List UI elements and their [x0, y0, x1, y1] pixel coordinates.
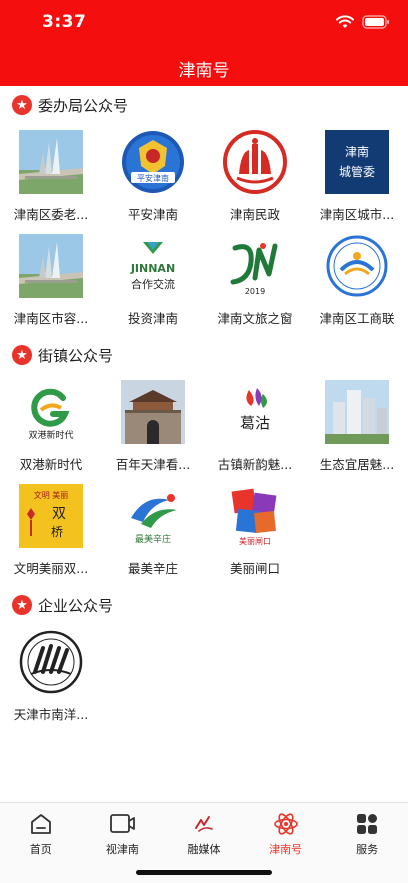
town-accounts-grid: 双港新时代 双港新时代 百年天津看... 葛沽 古镇新韵魅... 生态宜居魅..… [0, 374, 408, 582]
status-time: 3:37 [42, 12, 87, 32]
tab-label: 融媒体 [187, 843, 221, 856]
account-name: 津南区城市... [319, 207, 395, 222]
account-name: 古镇新韵魅... [217, 457, 293, 472]
account-item[interactable]: 平安津南 平安津南 [102, 124, 204, 228]
svg-text:合作交流: 合作交流 [131, 277, 175, 291]
jn-2019-logo-thumb: 2019 [223, 234, 287, 298]
tab-label: 服务 [356, 843, 379, 856]
account-item[interactable]: 津南 城管委 津南区城市... [306, 124, 408, 228]
home-indicator[interactable] [136, 870, 272, 875]
battery-icon [362, 14, 390, 33]
account-item[interactable]: 文明 美丽 双 桥 文明美丽双... [0, 478, 102, 582]
account-name: 最美辛庄 [127, 561, 178, 576]
account-name: 天津市南洋... [13, 707, 89, 722]
account-name: 平安津南 [127, 207, 178, 222]
page-title: 津南号 [178, 61, 230, 81]
top-bar: 3:37 津南号 [0, 0, 408, 86]
account-name: 津南民政 [229, 207, 280, 222]
account-item[interactable]: 美丽闸口 美丽闸口 [204, 478, 306, 582]
civil-affairs-logo-thumb [223, 130, 287, 194]
account-item[interactable]: 葛沽 古镇新韵魅... [204, 374, 306, 478]
account-name: 投资津南 [127, 311, 178, 326]
enterprise-accounts-grid: 天津市南洋... [0, 624, 408, 728]
xinzhuang-logo-thumb: 最美辛庄 [121, 484, 185, 548]
tab-label: 视津南 [105, 843, 139, 856]
media-icon [189, 809, 219, 839]
zhakou-logo-thumb: 美丽闸口 [223, 484, 287, 548]
logo-text: 美丽闸口 [239, 536, 271, 546]
section-title: 街镇公众号 [38, 346, 114, 365]
svg-text:文明 美丽: 文明 美丽 [34, 490, 69, 500]
section-title: 委办局公众号 [38, 96, 129, 115]
section-title: 企业公众号 [38, 596, 114, 615]
account-name: 美丽闸口 [229, 561, 280, 576]
account-item[interactable]: 津南区工商联 [306, 228, 408, 332]
section-header-agencies: ★ 委办局公众号 [12, 93, 128, 117]
account-item[interactable]: JINNAN 合作交流 投资津南 [102, 228, 204, 332]
svg-text:JINNAN: JINNAN [130, 262, 175, 275]
logo-text: 最美辛庄 [135, 533, 171, 545]
star-icon: ★ [12, 595, 32, 615]
federation-logo-thumb [325, 234, 389, 298]
atom-icon [271, 809, 301, 839]
monument-thumb [19, 130, 83, 194]
account-item[interactable]: 天津市南洋... [0, 624, 102, 728]
account-item[interactable]: 最美辛庄 最美辛庄 [102, 478, 204, 582]
account-name: 津南文旅之窗 [217, 311, 293, 326]
account-name: 津南区委老... [13, 207, 89, 222]
tab-services[interactable]: 服务 [326, 803, 408, 883]
nanyang-school-logo-thumb [19, 630, 83, 694]
jinnan-cooperation-logo-thumb: JINNAN 合作交流 [121, 234, 185, 298]
svg-text:桥: 桥 [51, 525, 63, 539]
account-item[interactable]: 双港新时代 双港新时代 [0, 374, 102, 478]
svg-text:津南: 津南 [345, 144, 369, 159]
agency-accounts-grid: 津南区委老... 平安津南 平安津南 津南民政 津南 城管委 津南区城市... … [0, 124, 408, 332]
account-item[interactable]: 津南民政 [204, 124, 306, 228]
svg-text:双: 双 [52, 506, 66, 522]
logo-text: 双港新时代 [28, 429, 73, 441]
gezhen-logo-thumb: 葛沽 [223, 380, 287, 444]
status-icons [336, 14, 390, 33]
section-header-enterprises: ★ 企业公众号 [12, 593, 113, 617]
logo-text: 2019 [245, 287, 265, 296]
logo-text: 葛沽 [240, 414, 270, 432]
monument-thumb [19, 234, 83, 298]
section-header-towns: ★ 街镇公众号 [12, 343, 113, 367]
account-name: 双港新时代 [19, 457, 83, 472]
home-icon [26, 809, 56, 839]
account-name: 文明美丽双... [13, 561, 89, 576]
wifi-icon [336, 14, 354, 33]
police-badge-thumb: 平安津南 [121, 130, 185, 194]
tab-label: 首页 [29, 843, 52, 856]
buildings-thumb [325, 380, 389, 444]
account-name: 津南区市容... [13, 311, 89, 326]
account-item[interactable]: 津南区委老... [0, 124, 102, 228]
star-icon: ★ [12, 345, 32, 365]
star-icon: ★ [12, 95, 32, 115]
account-item[interactable]: 津南区市容... [0, 228, 102, 332]
video-icon [107, 809, 137, 839]
tab-label: 津南号 [269, 843, 303, 856]
account-name: 生态宜居魅... [319, 457, 395, 472]
grid-icon [352, 809, 382, 839]
account-name: 津南区工商联 [319, 311, 395, 326]
city-gate-thumb [121, 380, 185, 444]
account-item[interactable]: 生态宜居魅... [306, 374, 408, 478]
wenming-logo-thumb: 文明 美丽 双 桥 [19, 484, 83, 548]
account-item[interactable]: 2019 津南文旅之窗 [204, 228, 306, 332]
account-name: 百年天津看... [115, 457, 191, 472]
tab-home[interactable]: 首页 [0, 803, 82, 883]
logo-text: 平安津南 [137, 173, 169, 183]
city-management-logo-thumb: 津南 城管委 [325, 130, 389, 194]
svg-text:城管委: 城管委 [339, 164, 375, 179]
account-item[interactable]: 百年天津看... [102, 374, 204, 478]
shuanggang-logo-thumb: 双港新时代 [19, 380, 83, 444]
